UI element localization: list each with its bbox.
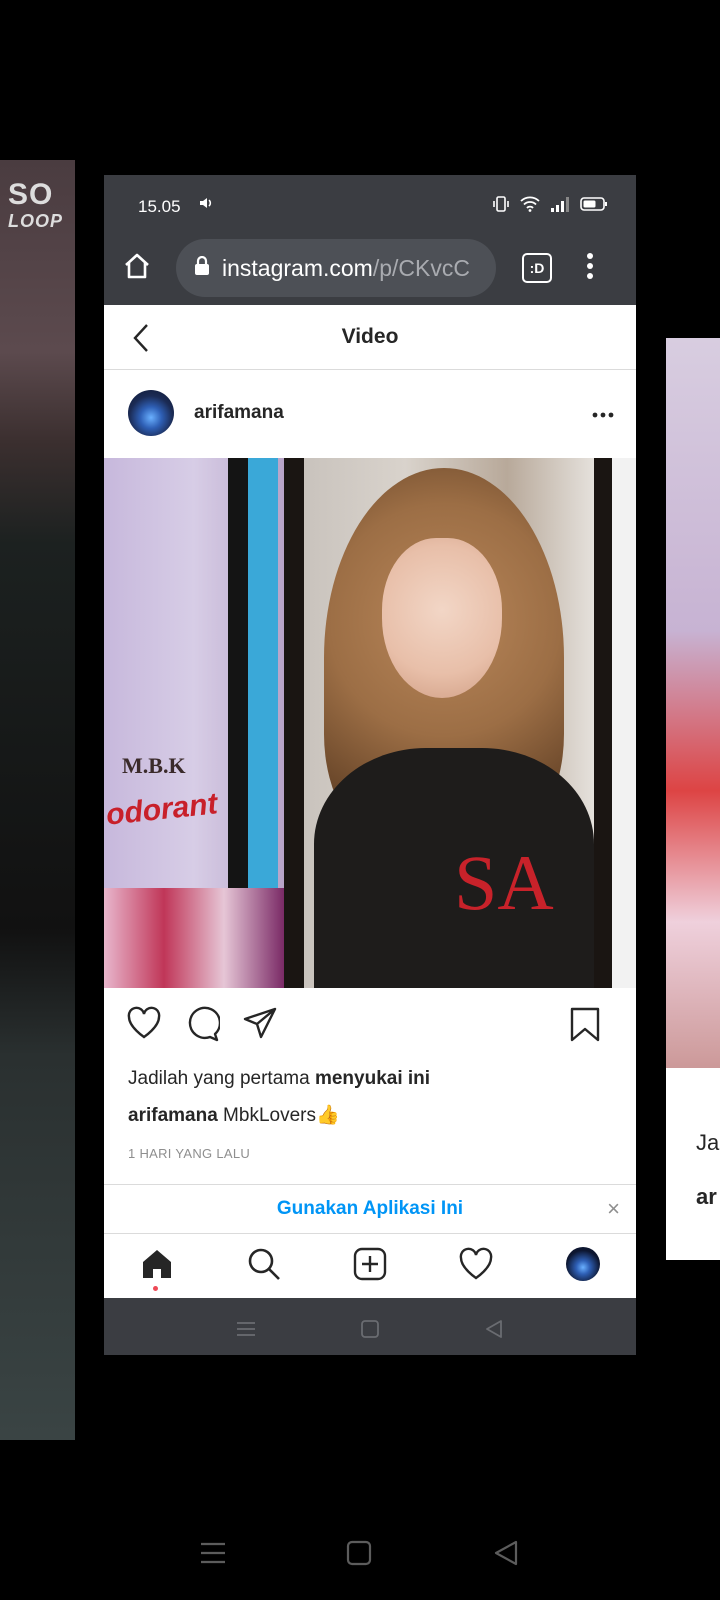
media-text-brand: odorant: [104, 787, 220, 832]
post-timestamp: 1 HARI YANG LALU: [128, 1146, 251, 1161]
card-right-text-bold: ar: [696, 1184, 717, 1209]
video-left-panel: M.B.K odorant: [104, 458, 284, 988]
soloop-logo: SO LOOP: [8, 178, 64, 232]
likes-link[interactable]: menyukai ini: [315, 1068, 430, 1089]
video-portrait: SA: [284, 458, 612, 988]
post-header: arifamana: [104, 370, 636, 458]
home-icon[interactable]: [122, 251, 152, 286]
post-actions: [104, 988, 636, 1062]
media-text-mbk: M.B.K: [122, 753, 186, 778]
likes-prefix: Jadilah yang pertama: [128, 1068, 315, 1089]
home-button-icon[interactable]: [346, 1540, 372, 1571]
open-app-banner: Gunakan Aplikasi Ini ×: [104, 1184, 636, 1234]
battery-icon: [580, 196, 608, 217]
back-button-icon[interactable]: [492, 1539, 520, 1572]
url-text: instagram.com/p/CKvcC: [222, 255, 470, 282]
caption: arifamana MbkLovers👍: [104, 1096, 636, 1134]
signal-icon: [550, 196, 570, 217]
menu-icon: [236, 1321, 256, 1342]
vibrate-icon: [492, 195, 510, 218]
system-nav-bar: [0, 1520, 720, 1590]
heart-icon[interactable]: [126, 1006, 162, 1045]
status-bar: 15.05: [104, 175, 636, 237]
page-title: Video: [341, 325, 399, 348]
recent-app-card-browser[interactable]: 15.05 instagram.com/p/CKvcC:D Video ari…: [104, 175, 636, 1355]
recent-app-card-left[interactable]: SO LOOP: [0, 160, 75, 1440]
caption-text: MbkLovers👍: [217, 1105, 340, 1126]
comment-icon[interactable]: [184, 1006, 222, 1047]
nav-activity-icon[interactable]: [458, 1247, 494, 1286]
likes-text: Jadilah yang pertama menyukai ini: [104, 1062, 636, 1096]
close-icon[interactable]: ×: [607, 1196, 620, 1222]
open-app-button[interactable]: Gunakan Aplikasi Ini: [104, 1198, 636, 1220]
browser-toolbar: instagram.com/p/CKvcC :D: [104, 237, 636, 305]
more-vert-icon[interactable]: [586, 251, 594, 286]
post-username[interactable]: arifamana: [194, 402, 284, 424]
card-system-nav: [104, 1298, 636, 1355]
status-time: 15.05: [138, 197, 181, 216]
notification-dot: [153, 1286, 158, 1291]
tab-switcher-button[interactable]: :D: [522, 253, 552, 283]
nav-new-post-icon[interactable]: [352, 1246, 388, 1287]
volume-icon: [198, 195, 214, 216]
card-right-text: Ja: [696, 1130, 720, 1155]
wifi-icon: [520, 196, 540, 217]
bookmark-icon[interactable]: [569, 1006, 601, 1047]
nav-home-icon[interactable]: [139, 1246, 175, 1287]
bottom-nav: [104, 1234, 636, 1298]
recents-icon[interactable]: [200, 1541, 226, 1570]
triangle-back-icon: [484, 1319, 504, 1344]
avatar[interactable]: [128, 390, 174, 436]
url-path: /p/CKvcC: [372, 254, 470, 281]
url-bar[interactable]: instagram.com/p/CKvcC: [176, 239, 496, 297]
instagram-header: Video: [104, 305, 636, 370]
lock-icon: [194, 255, 210, 281]
more-options-icon[interactable]: [592, 406, 614, 418]
post-video[interactable]: M.B.K odorant SA: [104, 458, 636, 988]
nav-search-icon[interactable]: [246, 1246, 282, 1287]
share-icon[interactable]: [242, 1006, 278, 1045]
media-text-shirt: SA: [454, 839, 554, 926]
square-icon: [360, 1319, 380, 1344]
recent-app-card-right[interactable]: Ja ar: [666, 338, 720, 1260]
nav-profile-avatar[interactable]: [565, 1246, 601, 1287]
card-right-image: [666, 338, 720, 1068]
caption-username[interactable]: arifamana: [128, 1105, 218, 1126]
url-domain: instagram.com: [222, 254, 373, 281]
